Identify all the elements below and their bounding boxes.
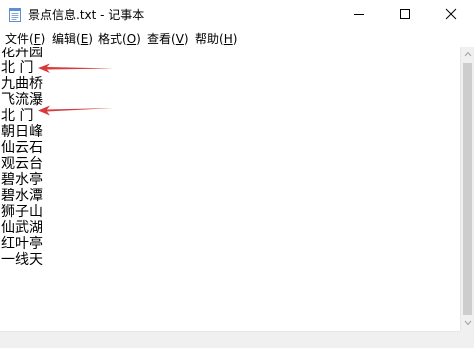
menu-format[interactable]: 格式(O) bbox=[98, 30, 141, 47]
menu-edit[interactable]: 编辑(E) bbox=[52, 30, 93, 47]
menu-format-label: 格式( bbox=[98, 32, 127, 46]
menu-view[interactable]: 查看(V) bbox=[147, 30, 189, 47]
editor-line: 北 门 bbox=[1, 60, 34, 76]
window-title: 景点信息.txt - 记事本 bbox=[28, 8, 145, 22]
menu-help-key: H bbox=[223, 32, 233, 46]
red-arrow-icon bbox=[38, 63, 114, 73]
editor-line: 红叶亭 bbox=[1, 236, 43, 252]
menu-edit-label: 编辑( bbox=[52, 32, 81, 46]
scroll-up-icon[interactable] bbox=[464, 51, 472, 57]
close-icon bbox=[445, 8, 457, 20]
notepad-window: 景点信息.txt - 记事本 文件(F) 编辑(E) 格式(O) 查看(V) 帮… bbox=[0, 0, 474, 348]
menu-file-key: F bbox=[33, 32, 41, 46]
editor-line: 碧水亭 bbox=[1, 172, 43, 188]
menu-edit-end: ) bbox=[88, 32, 93, 46]
editor-line: 朝日峰 bbox=[1, 124, 43, 140]
scrollbar-corner bbox=[460, 331, 474, 348]
text-editor[interactable]: 花卉园 北 门 九曲桥 飞流瀑 北 门 朝日峰 仙云石 观云台 碧水亭 碧水潭 … bbox=[0, 47, 460, 331]
editor-line: 仙云石 bbox=[1, 140, 43, 156]
menu-help-end: ) bbox=[232, 32, 238, 46]
maximize-button[interactable] bbox=[382, 0, 428, 28]
menu-file[interactable]: 文件(F) bbox=[5, 30, 45, 47]
minimize-button[interactable] bbox=[336, 0, 382, 28]
close-button[interactable] bbox=[428, 0, 474, 28]
editor-line: 碧水潭 bbox=[1, 188, 43, 204]
menu-view-key: V bbox=[175, 32, 184, 46]
menu-format-end: ) bbox=[136, 32, 141, 46]
minimize-icon bbox=[354, 14, 364, 15]
menu-format-key: O bbox=[126, 32, 137, 46]
red-arrow-icon bbox=[38, 105, 114, 116]
menu-help[interactable]: 帮助(H) bbox=[195, 30, 237, 47]
menu-view-label: 查看( bbox=[147, 32, 176, 46]
vertical-scroll-thumb[interactable] bbox=[463, 63, 472, 315]
scroll-down-icon[interactable] bbox=[464, 320, 472, 326]
editor-line: 北 门 bbox=[1, 108, 34, 124]
notepad-icon[interactable] bbox=[8, 7, 22, 22]
editor-line: 狮子山 bbox=[1, 204, 43, 220]
editor-line: 仙武湖 bbox=[1, 220, 43, 236]
menu-help-label: 帮助( bbox=[195, 32, 224, 46]
menu-bar: 文件(F) 编辑(E) 格式(O) 查看(V) 帮助(H) bbox=[0, 28, 474, 47]
editor-line: 一线天 bbox=[1, 252, 43, 268]
maximize-icon bbox=[400, 9, 410, 19]
menu-view-end: ) bbox=[183, 32, 189, 46]
vertical-scrollbar[interactable] bbox=[460, 47, 474, 331]
menu-file-end: ) bbox=[40, 32, 46, 46]
horizontal-scrollbar[interactable] bbox=[0, 331, 460, 348]
menu-file-label: 文件( bbox=[5, 32, 34, 46]
editor-line: 观云台 bbox=[1, 156, 43, 172]
editor-line: 九曲桥 bbox=[1, 76, 43, 92]
editor-line: 花卉园 bbox=[1, 47, 43, 60]
title-bar[interactable]: 景点信息.txt - 记事本 bbox=[0, 0, 474, 28]
